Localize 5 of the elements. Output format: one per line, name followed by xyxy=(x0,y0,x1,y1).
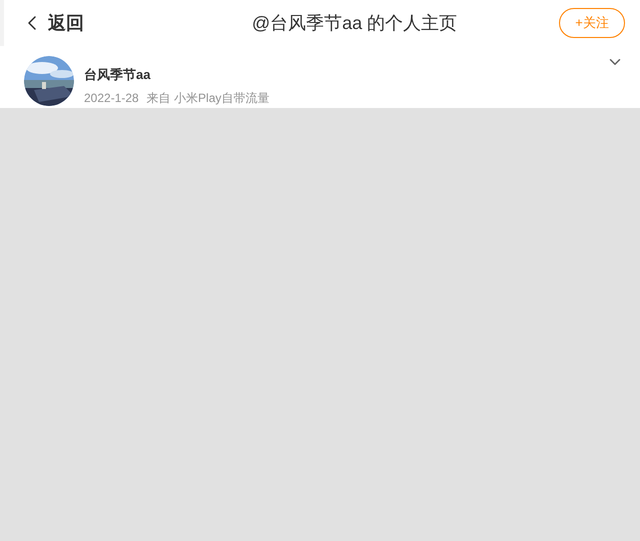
author-name[interactable]: 台风季节aa xyxy=(84,65,596,84)
post-source: 来自 小米Play自带流量 xyxy=(146,90,270,106)
page-title: @台风季节aa 的个人主页 xyxy=(252,12,458,34)
back-button[interactable]: 返回 xyxy=(20,10,150,36)
post-date: 2022-1-28 xyxy=(84,90,139,106)
